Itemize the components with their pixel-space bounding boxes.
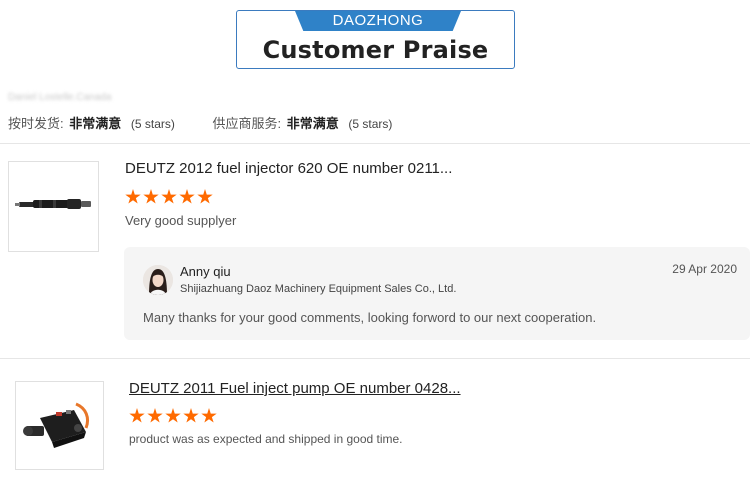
reply-company-name: Shijiazhuang Daoz Machinery Equipment Sa…: [180, 283, 457, 295]
avatar: [143, 265, 173, 295]
product-thumbnail[interactable]: [15, 381, 104, 470]
star-icon: [201, 408, 217, 423]
review-text: Very good supplyer: [125, 213, 237, 228]
star-icon: [197, 189, 213, 204]
delivery-stars: (5 stars): [130, 117, 175, 131]
rating-stars: [129, 408, 217, 424]
ratings-summary: 按时发货: 非常满意 (5 stars) 供应商服务: 非常满意 (5 star…: [8, 113, 392, 132]
product-thumbnail[interactable]: [8, 161, 99, 252]
reply-author-name: Anny qiu: [180, 264, 231, 279]
rating-stars: [125, 189, 213, 205]
fuel-inject-pump-image: [23, 402, 90, 448]
banner-title: Customer Praise: [262, 36, 489, 64]
divider: [0, 143, 750, 144]
brand-tab: DAOZHONG: [295, 11, 461, 31]
delivery-label: 按时发货:: [8, 116, 64, 131]
reviewer-name: Daniel Lostelle.Canada: [8, 92, 112, 103]
divider: [0, 358, 750, 359]
star-icon: [129, 408, 145, 423]
reply-date: 29 Apr 2020: [672, 262, 737, 276]
star-icon: [179, 189, 195, 204]
star-icon: [143, 189, 159, 204]
star-icon: [165, 408, 181, 423]
delivery-value: 非常满意: [69, 116, 122, 131]
star-icon: [161, 189, 177, 204]
service-label: 供应商服务:: [212, 116, 282, 131]
service-stars: (5 stars): [348, 117, 393, 131]
service-value: 非常满意: [286, 116, 339, 131]
product-title-link[interactable]: DEUTZ 2012 fuel injector 620 OE number 0…: [125, 160, 452, 177]
product-title-link[interactable]: DEUTZ 2011 Fuel inject pump OE number 04…: [129, 380, 461, 397]
star-icon: [147, 408, 163, 423]
star-icon: [125, 189, 141, 204]
reply-text: Many thanks for your good comments, look…: [143, 310, 597, 325]
star-icon: [183, 408, 199, 423]
avatar-image: [143, 265, 173, 295]
fuel-injector-image: [15, 199, 91, 209]
supplier-reply: Anny qiu Shijiazhuang Daoz Machinery Equ…: [124, 247, 750, 340]
customer-praise-banner: DAOZHONG Customer Praise: [236, 10, 515, 69]
review-text: product was as expected and shipped in g…: [129, 432, 403, 446]
